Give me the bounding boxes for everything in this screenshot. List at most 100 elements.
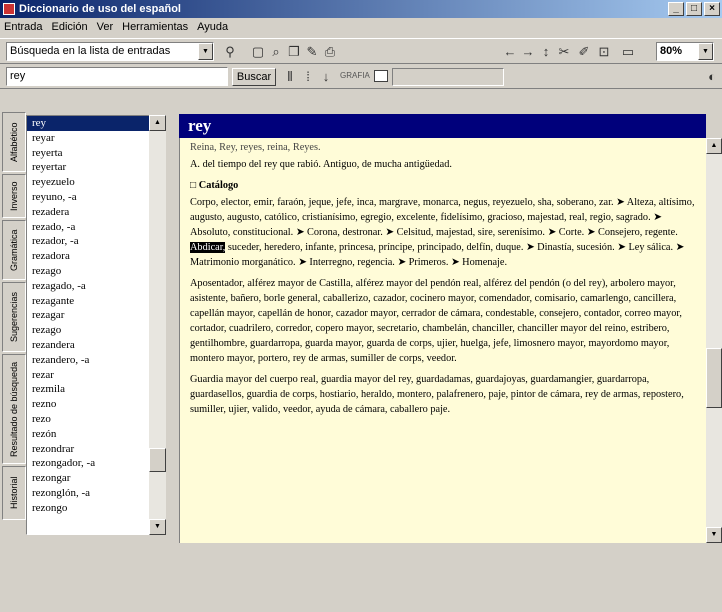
text-icon[interactable]: ⁞ [300,69,316,85]
list-item[interactable]: reyezuelo [27,175,165,190]
sort-icon[interactable]: ↓ [318,69,334,85]
list-item[interactable]: rezandero, -a [27,353,165,368]
search-input-value: rey [10,70,26,82]
entry-top-line: Reina, Rey, reyes, reina, Reyes. [190,142,321,153]
tab-inverso[interactable]: Inverso [2,174,26,218]
scroll-thumb[interactable] [149,448,166,472]
list-item[interactable]: rezado, -a [27,220,165,235]
catalog-paragraph-3: Guardia mayor del cuerpo real, guardia m… [190,374,684,415]
catalog-paragraph-1: Corpo, elector, emir, faraón, jeque, jef… [190,195,702,270]
list-item[interactable]: rezo [27,412,165,427]
menu-ver[interactable]: Ver [97,21,114,33]
scroll-down-icon[interactable]: ▼ [706,527,722,543]
list-item[interactable]: rezonglón, -a [27,486,165,501]
tab-historial[interactable]: Historial [2,466,26,520]
scroll-down-icon[interactable]: ▼ [149,519,166,535]
search-mode-select[interactable]: Búsqueda en la lista de entradas ▼ [6,42,214,61]
search-button[interactable]: Buscar [232,68,276,86]
app-icon [3,3,15,15]
status-label: GRAFIA [340,71,370,80]
bookmark-icon[interactable]: ⊡ [596,44,612,60]
settings-icon[interactable]: ◐ [704,69,720,85]
entry-text: Reina, Rey, reyes, reina, Reyes. A. del … [190,140,702,423]
right-edge [706,92,722,114]
tab-resultado-busqueda[interactable]: Resultado de búsqueda [2,354,26,464]
window-icon[interactable]: ▭ [620,44,636,60]
print-icon[interactable]: ⎙ [322,44,338,60]
tab-alfabetico[interactable]: Alfabético [2,112,26,172]
paste-icon[interactable]: ✎ [304,44,320,60]
zoom-select[interactable]: 80% ▼ [656,42,714,61]
entry-sense: A. del tiempo del rey que rabió. Antiguo… [190,159,452,170]
up-down-icon[interactable]: ↕ [538,44,554,60]
title-bar: Diccionario de uso del español _ □ × [0,0,722,18]
status-field [392,68,504,86]
chevron-down-icon[interactable]: ▼ [198,43,213,60]
status-box [374,70,388,82]
catalog-paragraph-2: Aposentador, alférez mayor de Castilla, … [190,278,682,364]
list-item[interactable]: rezago [27,323,165,338]
list-item[interactable]: rezador, -a [27,234,165,249]
note-icon[interactable]: ✐ [576,44,592,60]
word-list[interactable]: rey reyar reyerta reyertar reyezuelo reyuno, … [26,115,166,535]
left-pane: Alfabético Inverso Gramática Sugerencias… [0,92,175,543]
search-button-label: Buscar [236,71,272,83]
catalog-text-2: suceder, heredero, infante, princesa, pr… [190,242,685,268]
minimize-button[interactable]: _ [668,2,684,16]
list-item[interactable]: reyerta [27,146,165,161]
zoom-value: 80% [660,45,683,57]
menu-edicion[interactable]: Edición [52,21,88,33]
word-list-scrollbar[interactable]: ▲ ▼ [149,115,166,535]
close-button[interactable]: × [704,2,720,16]
list-item[interactable]: reyertar [27,160,165,175]
search-input[interactable]: rey [6,67,228,86]
binoculars-icon[interactable]: ⚲ [222,44,238,60]
list-item[interactable]: rezagado, -a [27,279,165,294]
entry-scrollbar[interactable]: ▲ ▼ [706,138,722,543]
catalog-heading-text: Catálogo [198,180,239,191]
back-icon[interactable]: ← [502,44,518,60]
catalog-heading: □ Catálogo [190,180,239,191]
preview-icon[interactable]: ▢ [250,44,266,60]
highlighted-word[interactable]: Abdicar, [190,242,226,253]
tool-icon[interactable]: ✂ [556,44,572,60]
menu-herramientas[interactable]: Herramientas [122,21,188,33]
format-icon[interactable]: ⫴ [282,69,298,85]
tab-gramatica[interactable]: Gramática [2,220,26,280]
window-title: Diccionario de uso del español [19,3,181,15]
find-icon[interactable]: ⌕ [268,44,284,60]
menu-entrada[interactable]: Entrada [4,21,43,33]
list-item[interactable]: rezagar [27,308,165,323]
scroll-up-icon[interactable]: ▲ [706,138,722,154]
maximize-button[interactable]: □ [686,2,702,16]
list-item[interactable]: rezandera [27,338,165,353]
catalog-text-1: Corpo, elector, emir, faraón, jeque, jef… [190,197,695,238]
list-item[interactable]: reyuno, -a [27,190,165,205]
list-item[interactable]: rezagante [27,294,165,309]
vertical-tabs: Alfabético Inverso Gramática Sugerencias… [2,112,26,612]
search-mode-value: Búsqueda en la lista de entradas [10,45,171,57]
menu-bar: Entrada Edición Ver Herramientas Ayuda [0,18,722,36]
list-item[interactable]: rezongo [27,501,165,516]
list-item[interactable]: rey [27,116,165,131]
copy-icon[interactable]: ❐ [286,44,302,60]
list-item[interactable]: rezar [27,368,165,383]
list-item[interactable]: rezago [27,264,165,279]
menu-ayuda[interactable]: Ayuda [197,21,228,33]
application-window: Diccionario de uso del español _ □ × Ent… [0,0,722,543]
scroll-up-icon[interactable]: ▲ [149,115,166,131]
list-item[interactable]: rezadora [27,249,165,264]
list-item[interactable]: rezondrar [27,442,165,457]
scroll-thumb[interactable] [706,348,722,408]
list-item[interactable]: rezón [27,427,165,442]
tab-sugerencias[interactable]: Sugerencias [2,282,26,352]
forward-icon[interactable]: → [520,44,536,60]
headword: rey [179,114,706,138]
list-item[interactable]: rezno [27,397,165,412]
chevron-down-icon[interactable]: ▼ [698,43,713,60]
list-item[interactable]: rezongador, -a [27,456,165,471]
list-item[interactable]: rezadera [27,205,165,220]
list-item[interactable]: reyar [27,131,165,146]
list-item[interactable]: rezongar [27,471,165,486]
list-item[interactable]: rezmila [27,382,165,397]
